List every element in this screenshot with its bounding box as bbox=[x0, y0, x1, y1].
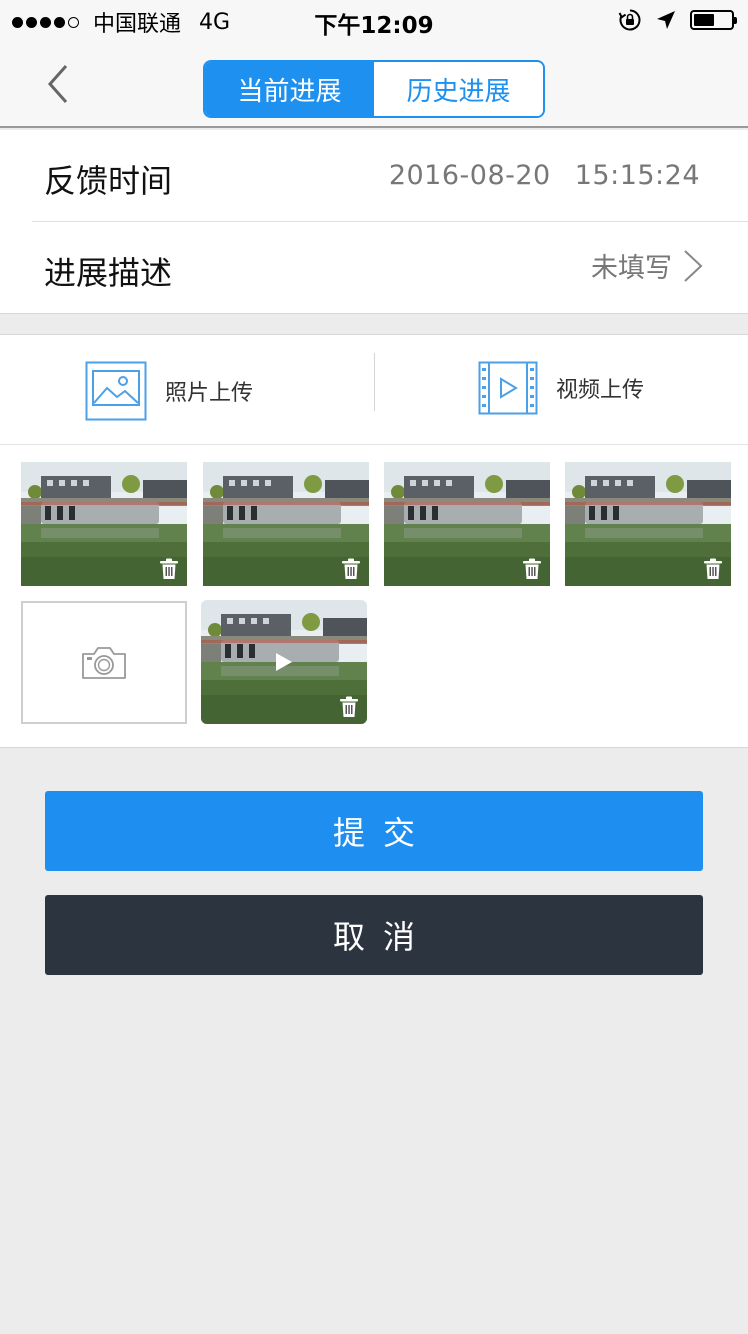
camera-icon bbox=[82, 646, 126, 679]
play-icon[interactable] bbox=[275, 652, 293, 672]
trash-icon[interactable] bbox=[703, 558, 723, 580]
nav-bar: 当前进展 历史进展 bbox=[0, 40, 748, 128]
progress-description-label: 进展描述 bbox=[44, 254, 173, 292]
feedback-clock: 15:15:24 bbox=[574, 160, 700, 191]
photo-thumbnail[interactable] bbox=[384, 462, 550, 586]
media-section: 照片上传 视频上传 bbox=[0, 334, 748, 748]
video-thumbnail[interactable] bbox=[201, 600, 367, 724]
status-bar: 中国联通 4G 下午12:09 bbox=[0, 0, 748, 40]
feedback-time-label: 反馈时间 bbox=[44, 162, 173, 200]
feedback-time-value: 2016-08-20 15:15:24 bbox=[389, 160, 700, 191]
progress-description-link[interactable]: 未填写 bbox=[591, 246, 704, 285]
progress-tabs: 当前进展 历史进展 bbox=[203, 60, 545, 118]
photo-upload-label: 照片上传 bbox=[165, 381, 254, 406]
photo-thumbnail[interactable] bbox=[21, 462, 187, 586]
info-section: 反馈时间 2016-08-20 15:15:24 进展描述 未填写 bbox=[0, 130, 748, 314]
photo-thumbnail[interactable] bbox=[203, 462, 369, 586]
chevron-left-icon bbox=[47, 65, 68, 103]
photo-thumbnail[interactable] bbox=[565, 462, 731, 586]
submit-button[interactable]: 提交 bbox=[45, 791, 703, 871]
battery-level bbox=[694, 14, 714, 26]
rotation-lock-icon bbox=[618, 9, 641, 31]
tab-history-progress[interactable]: 历史进展 bbox=[374, 62, 543, 116]
upload-divider bbox=[374, 353, 375, 411]
cancel-button[interactable]: 取消 bbox=[45, 895, 703, 975]
chevron-right-icon bbox=[684, 249, 703, 282]
upload-bar: 照片上传 视频上传 bbox=[0, 335, 748, 445]
tab-current-progress[interactable]: 当前进展 bbox=[205, 62, 374, 116]
screen: 中国联通 4G 下午12:09 当前进展 历史进展 反馈时间 2016-08-2… bbox=[0, 0, 748, 1334]
trash-icon[interactable] bbox=[339, 696, 359, 718]
trash-icon[interactable] bbox=[341, 558, 361, 580]
status-right bbox=[618, 8, 737, 32]
back-button[interactable] bbox=[40, 62, 80, 106]
image-icon bbox=[85, 361, 147, 421]
trash-icon[interactable] bbox=[522, 558, 542, 580]
video-icon bbox=[478, 361, 538, 415]
video-upload-label: 视频上传 bbox=[556, 378, 645, 403]
feedback-date: 2016-08-20 bbox=[388, 160, 551, 191]
feedback-time-row: 反馈时间 2016-08-20 15:15:24 bbox=[0, 130, 748, 222]
location-arrow-icon bbox=[657, 11, 675, 29]
photo-upload-button[interactable]: 照片上传 bbox=[85, 361, 253, 421]
add-photo-button[interactable] bbox=[21, 601, 187, 724]
trash-icon[interactable] bbox=[159, 558, 179, 580]
progress-description-row[interactable]: 进展描述 未填写 bbox=[0, 222, 748, 314]
progress-description-value: 未填写 bbox=[591, 253, 672, 284]
video-upload-button[interactable]: 视频上传 bbox=[478, 361, 644, 415]
battery-icon bbox=[690, 10, 737, 30]
